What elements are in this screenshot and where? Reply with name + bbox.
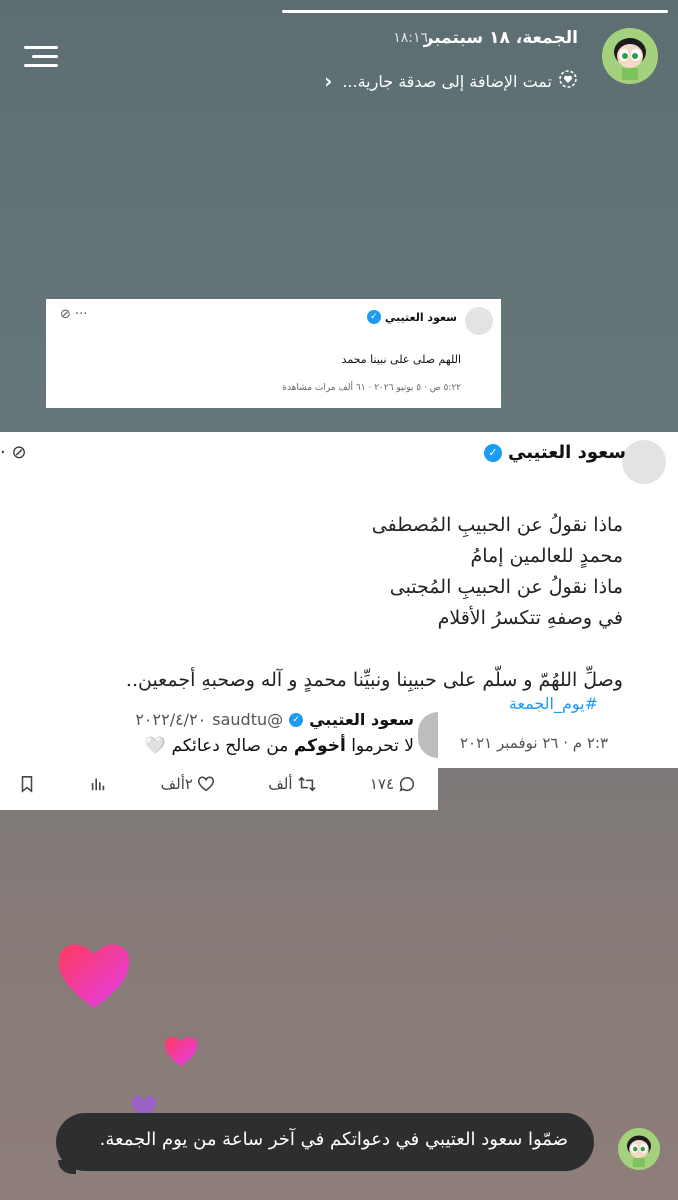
tweet-text: لا تحرموا أخوكم من صالح دعائكم 🤍 [144, 736, 414, 756]
caption-text: ضمّوا سعود العتيبي في دعواتكم في آخر ساع… [99, 1129, 568, 1150]
tweet-header: سعود العتيبي ✓ @saudtu ٢٠٢٢/٤/٢٠ [135, 710, 414, 729]
small-tweet-screenshot: سعود العتيبي ✓ ⊘ ··· اللهم صلى على نبينا… [46, 299, 501, 408]
reply-icon [399, 776, 415, 792]
heart-sticker-icon [58, 944, 130, 1008]
tweet-meta: ٥:٢٢ ص · ٥ يونيو ٢٠٢٦ · ٦١ ألف مرات مشاه… [282, 383, 461, 393]
tweet-text: ماذا نقولُ عن الحبيبِ المُصطفى محمدٍ للع… [125, 514, 623, 691]
caption-bubble: ضمّوا سعود العتيبي في دعواتكم في آخر ساع… [56, 1113, 594, 1171]
avatar[interactable] [602, 28, 658, 84]
avatar [418, 712, 438, 758]
hashtag-link: #يوم_الجمعة [508, 694, 598, 713]
avatar [465, 307, 493, 335]
story-header: ١٨:١٦ الجمعة، ١٨ سبتمبر تمت الإضافة إلى … [0, 22, 678, 102]
story-subtitle-link[interactable]: تمت الإضافة إلى صدقة جارية... ‹ [324, 69, 578, 93]
verified-badge-icon: ✓ [366, 310, 381, 324]
like-action: ٢ألف [161, 775, 215, 793]
verified-badge-icon: ✓ [484, 443, 502, 462]
story-date: الجمعة، ١٨ سبتمبر [423, 28, 578, 48]
like-icon [198, 776, 214, 792]
bookmark-icon [18, 775, 36, 793]
tweet-author: سعود العتيبي ✓ [366, 310, 457, 324]
views-icon [89, 775, 107, 793]
reply-tweet-screenshot: سعود العتيبي ✓ @saudtu ٢٠٢٢/٤/٢٠ لا تحرم… [0, 696, 438, 810]
reply-action: ١٧٤ [370, 775, 416, 793]
more-options-icon: ⊘ ··· [60, 307, 88, 322]
menu-icon[interactable] [22, 44, 62, 68]
avatar[interactable] [618, 1128, 660, 1170]
heart-sticker-icon [164, 1036, 198, 1067]
tweet-meta: ٢:٣ م · ٢٦ نوفمبر ٢٠٢١ [460, 734, 608, 752]
retweet-icon [297, 776, 316, 792]
retweet-action: ألف [268, 775, 316, 793]
story-progress-fill [282, 10, 668, 13]
heart-badge-icon [558, 69, 578, 93]
grok-icon: · ⊘ [0, 442, 27, 463]
avatar [622, 440, 666, 484]
story-subtitle: تمت الإضافة إلى صدقة جارية... [342, 71, 552, 91]
tweet-text: اللهم صلى على نبينا محمد [341, 353, 461, 366]
chevron-icon: ‹ [324, 69, 333, 93]
tweet-actions: ١٧٤ ألف ٢ألف [18, 772, 416, 796]
story-progress-track [282, 10, 668, 13]
tweet-author: سعود العتيبي ✓ [484, 442, 626, 463]
verified-badge-icon: ✓ [289, 712, 304, 727]
